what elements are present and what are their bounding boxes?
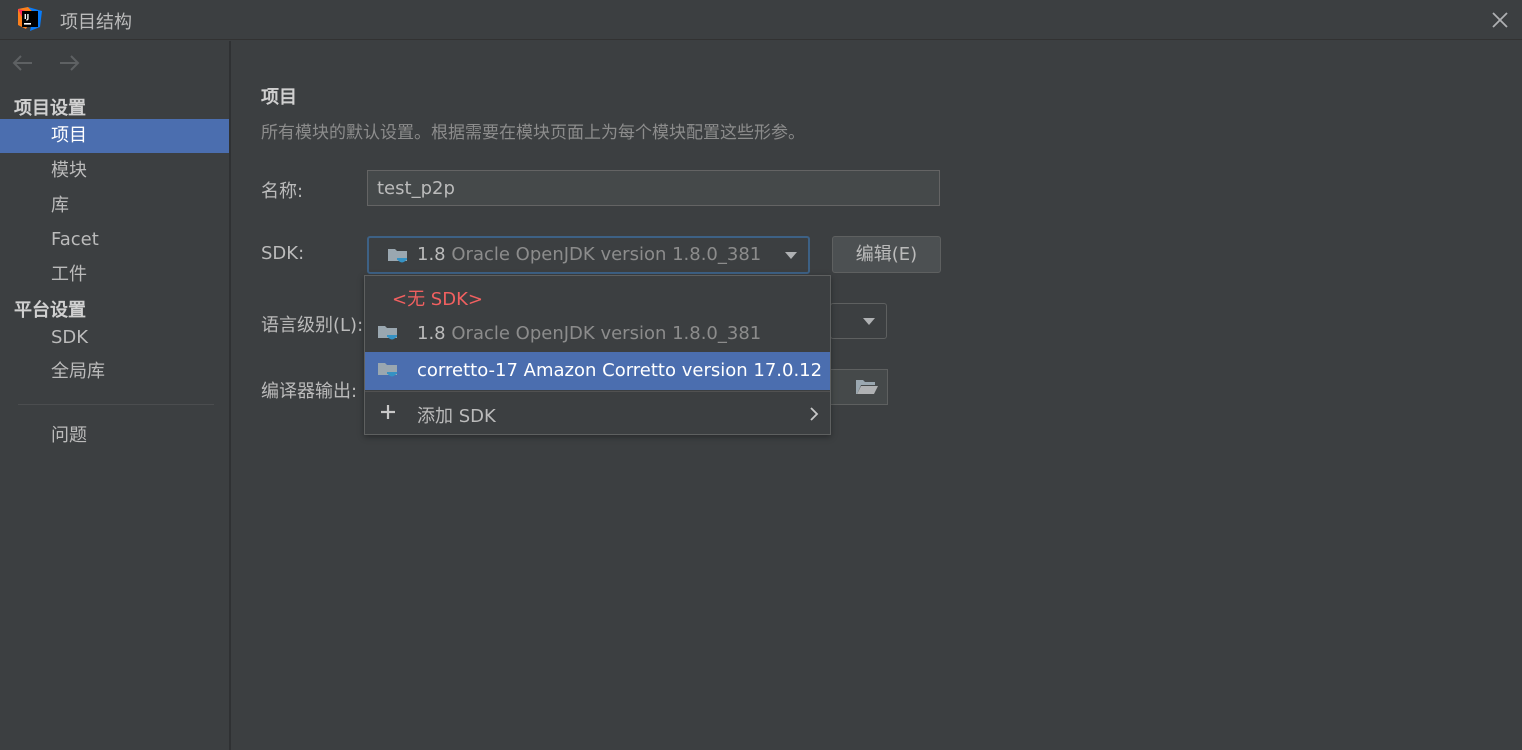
sdk-dropdown: <无 SDK> 1.8 Oracle OpenJDK version 1.8.0… xyxy=(364,275,831,435)
sdk-label: SDK: xyxy=(261,243,305,264)
language-level-combobox[interactable] xyxy=(830,303,887,339)
sdk-option-corretto-17[interactable]: corretto-17 Amazon Corretto version 17.0… xyxy=(365,352,830,390)
add-sdk-item[interactable]: 添加 SDK xyxy=(365,394,830,432)
intellij-logo-icon: IJ xyxy=(18,7,42,31)
sdk-option-label: 1.8 Oracle OpenJDK version 1.8.0_381 xyxy=(417,323,761,344)
name-label: 名称: xyxy=(261,181,304,202)
sdk-description: Oracle OpenJDK version 1.8.0_381 xyxy=(451,244,762,265)
sidebar-item-modules[interactable]: 模块 xyxy=(0,154,229,188)
sidebar-item-sdks[interactable]: SDK xyxy=(0,321,229,355)
sidebar-item-artifacts[interactable]: 工件 xyxy=(0,258,229,292)
chevron-right-icon xyxy=(809,406,819,427)
platform-settings-header: 平台设置 xyxy=(14,300,86,321)
close-icon[interactable] xyxy=(1488,8,1512,32)
sdk-option-version: 1.8 xyxy=(417,323,446,344)
sidebar-divider xyxy=(18,404,214,405)
svg-text:IJ: IJ xyxy=(24,13,29,21)
project-settings-header: 项目设置 xyxy=(14,98,86,119)
sdk-option-label: corretto-17 Amazon Corretto version 17.0… xyxy=(417,360,823,381)
title-bar: IJ 项目结构 xyxy=(0,0,1522,40)
project-name-input[interactable] xyxy=(367,170,940,206)
sdk-option-1-8[interactable]: 1.8 Oracle OpenJDK version 1.8.0_381 xyxy=(365,315,830,353)
compiler-output-browse-button[interactable] xyxy=(830,369,888,405)
sidebar: 项目设置 项目 模块 库 Facet 工件 平台设置 SDK 全局库 问题 xyxy=(0,41,231,750)
compiler-output-label: 编译器输出: xyxy=(261,381,358,402)
sidebar-item-project[interactable]: 项目 xyxy=(0,119,229,153)
jdk-folder-icon xyxy=(387,246,411,271)
folder-open-icon xyxy=(855,378,879,401)
sidebar-item-problems[interactable]: 问题 xyxy=(0,419,229,453)
chevron-down-icon xyxy=(863,318,875,325)
page-title: 项目 xyxy=(261,87,297,108)
edit-sdk-button[interactable]: 编辑(E) xyxy=(832,236,941,273)
sdk-option-desc: Oracle OpenJDK version 1.8.0_381 xyxy=(451,323,762,344)
forward-arrow-icon[interactable] xyxy=(56,51,82,75)
window-title: 项目结构 xyxy=(60,12,132,33)
back-arrow-icon[interactable] xyxy=(10,51,36,75)
sdk-selected-value: 1.8 Oracle OpenJDK version 1.8.0_381 xyxy=(417,244,761,265)
jdk-folder-icon xyxy=(377,323,401,348)
chevron-down-icon xyxy=(785,252,797,259)
language-level-label: 语言级别(L): xyxy=(261,315,364,336)
jdk-folder-icon xyxy=(377,360,401,385)
dropdown-divider xyxy=(365,391,830,392)
sdk-version: 1.8 xyxy=(417,244,446,265)
sdk-combobox[interactable]: 1.8 Oracle OpenJDK version 1.8.0_381 xyxy=(367,236,810,274)
sdk-option-no-sdk[interactable]: <无 SDK> xyxy=(365,277,830,315)
no-sdk-label: <无 SDK> xyxy=(392,289,483,310)
sidebar-item-libraries[interactable]: 库 xyxy=(0,189,229,223)
plus-icon xyxy=(379,403,397,426)
sidebar-item-global-libraries[interactable]: 全局库 xyxy=(0,355,229,389)
page-description: 所有模块的默认设置。根据需要在模块页面上为每个模块配置这些形参。 xyxy=(261,123,805,143)
sidebar-item-facets[interactable]: Facet xyxy=(0,223,229,257)
add-sdk-label: 添加 SDK xyxy=(417,406,496,427)
history-nav xyxy=(10,51,96,75)
